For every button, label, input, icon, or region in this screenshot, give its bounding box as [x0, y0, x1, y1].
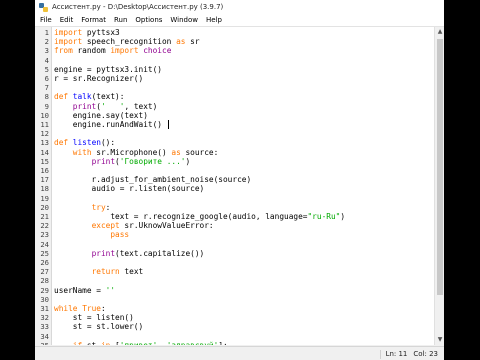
code-line[interactable]: from random import choice: [54, 46, 171, 55]
code-line[interactable]: import pyttsx3: [54, 28, 120, 37]
line-number: 5: [44, 64, 49, 74]
menu-options[interactable]: Options: [135, 16, 162, 24]
code-line[interactable]: engine = pyttsx3.init(): [54, 65, 162, 74]
line-number: 32: [40, 313, 49, 323]
line-number: 25: [40, 248, 49, 258]
code-line[interactable]: text = r.recognize_google(audio, languag…: [54, 212, 345, 221]
code-line[interactable]: engine.say(text): [54, 111, 148, 120]
line-number: 26: [40, 258, 49, 267]
code-line[interactable]: pass: [54, 230, 129, 239]
line-number: 23: [40, 230, 49, 240]
line-number: 31: [40, 304, 49, 313]
code-line[interactable]: print('Говорите ...'): [54, 157, 191, 166]
line-number: 10: [40, 110, 49, 120]
code-line[interactable]: print(' ', text): [54, 102, 158, 111]
menu-file[interactable]: File: [40, 16, 52, 24]
window-title: Ассистент.py - D:\Desktop\Ассистент.py (…: [52, 3, 224, 11]
line-number: 29: [40, 285, 49, 295]
line-number: 15: [40, 156, 49, 166]
line-number: 1: [44, 28, 49, 37]
code-line[interactable]: def talk(text):: [54, 92, 124, 101]
code-line[interactable]: def listen():: [54, 138, 115, 147]
line-number: 16: [40, 166, 49, 175]
menu-edit[interactable]: Edit: [60, 16, 74, 24]
line-number: 24: [40, 239, 49, 249]
line-number: 21: [40, 212, 49, 221]
line-number: 19: [40, 193, 49, 203]
code-line[interactable]: try:: [54, 203, 111, 212]
line-number: 34: [40, 331, 49, 341]
code-line[interactable]: while True:: [54, 304, 106, 313]
status-divider: [379, 349, 381, 359]
vertical-scrollbar[interactable]: ▲ ▼: [434, 27, 444, 345]
code-line[interactable]: if st in ['привет', 'здравсвуй']:: [54, 341, 228, 345]
line-number: 9: [44, 101, 49, 111]
code-line[interactable]: with sr.Microphone() as source:: [54, 148, 219, 157]
code-line[interactable]: except sr.UknowValueError:: [54, 221, 214, 230]
text-caret: [168, 120, 169, 129]
cursor-line: Ln: 11: [385, 350, 408, 358]
line-number: 14: [40, 147, 49, 157]
line-number: 27: [40, 267, 49, 277]
scroll-thumb[interactable]: [437, 39, 443, 295]
code-line[interactable]: r.adjust_for_ambient_noise(source): [54, 175, 252, 184]
line-number: 22: [40, 221, 49, 231]
line-number: 33: [40, 322, 49, 332]
menu-run[interactable]: Run: [114, 16, 127, 24]
line-number: 7: [44, 83, 49, 93]
code-editor[interactable]: 1 2 3 4 5 6 7 8 9 10 11 12 13 14 15 16 17 18 19 20 21 22 23 24 2…: [36, 27, 434, 345]
menu-window[interactable]: Window: [170, 16, 198, 24]
line-number: 18: [40, 184, 49, 194]
code-line[interactable]: r = sr.Recognizer(): [54, 74, 143, 83]
code-line[interactable]: print(text.capitalize()): [54, 249, 205, 258]
code-line[interactable]: import speech_recognition as sr: [54, 37, 200, 46]
line-number: 8: [44, 92, 49, 102]
menu-bar: File Edit Format Run Options Window Help: [35, 14, 444, 27]
code-line[interactable]: userName = '': [54, 286, 115, 295]
line-number: 20: [40, 202, 49, 212]
code-line[interactable]: st = listen(): [54, 313, 134, 322]
line-number-gutter: 1 2 3 4 5 6 7 8 9 10 11 12 13 14 15 16 17 18 19 20 21 22 23 24 2…: [36, 27, 52, 345]
line-number: 4: [44, 55, 49, 65]
code-line[interactable]: audio = r.listen(source): [54, 184, 205, 193]
line-number: 3: [44, 46, 49, 56]
menu-format[interactable]: Format: [81, 16, 106, 24]
line-number: 17: [40, 175, 49, 185]
status-bar: Ln: 11 Col: 23: [35, 346, 444, 360]
line-number: 6: [44, 74, 49, 83]
code-line[interactable]: return text: [54, 267, 144, 276]
scroll-down-arrow-icon[interactable]: ▼: [435, 335, 444, 345]
python-idle-icon: [39, 2, 48, 12]
menu-help[interactable]: Help: [206, 16, 222, 24]
line-number: 28: [40, 276, 49, 286]
line-number: 2: [44, 37, 49, 47]
line-number: 13: [40, 138, 49, 148]
line-number: 35: [40, 341, 49, 345]
line-number: 11: [40, 120, 49, 129]
code-line[interactable]: engine.runAndWait(): [54, 120, 162, 129]
idle-editor-window: Ассистент.py - D:\Desktop\Ассистент.py (…: [35, 0, 444, 360]
line-number: 12: [40, 129, 49, 139]
line-number: 30: [40, 294, 49, 304]
code-area[interactable]: import pyttsx3 import speech_recognition …: [54, 27, 434, 345]
cursor-column: Col: 23: [413, 350, 438, 358]
scroll-up-arrow-icon[interactable]: ▲: [435, 27, 444, 37]
title-bar[interactable]: Ассистент.py - D:\Desktop\Ассистент.py (…: [35, 0, 444, 14]
code-line[interactable]: st = st.lower(): [54, 322, 143, 331]
